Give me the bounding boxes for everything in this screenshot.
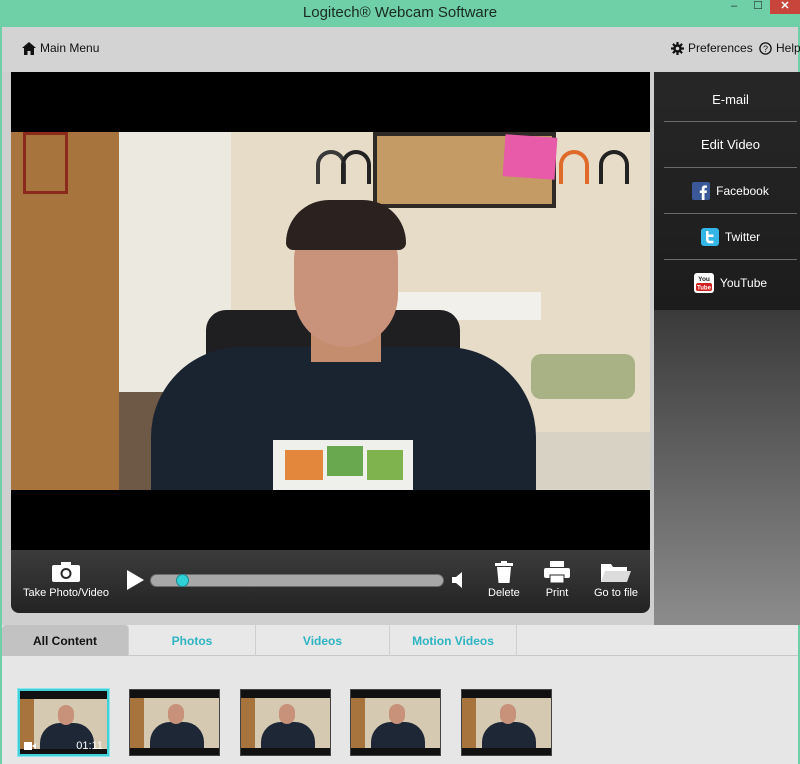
svg-text:Tube: Tube [697,285,712,291]
thumbnail-image [241,698,330,748]
youtube-button[interactable]: You Tube YouTube [664,260,797,305]
edit-video-button[interactable]: Edit Video [664,122,797,167]
take-photo-video-label: Take Photo/Video [23,587,110,599]
tab-photos[interactable]: Photos [129,625,256,656]
preferences-button[interactable]: Preferences [671,41,753,55]
email-button[interactable]: E-mail [664,77,797,122]
gallery-thumbnail[interactable] [129,689,220,756]
gallery-thumbnail[interactable] [350,689,441,756]
take-photo-video-button[interactable]: Take Photo/Video [23,561,109,599]
video-preview[interactable] [11,72,650,550]
twitter-button[interactable]: Twitter [664,214,797,259]
go-to-file-label: Go to file [594,587,639,599]
help-icon: ? [759,41,772,55]
volume-icon[interactable] [452,572,464,588]
share-panel: E-mail Edit Video Facebook Twitter You T… [654,72,800,310]
minimize-button[interactable]: – [722,0,746,14]
window-title: Logitech® Webcam Software [302,4,498,21]
trash-icon [494,561,513,583]
delete-button[interactable]: Delete [488,561,520,599]
delete-label: Delete [488,587,520,599]
twitter-label: Twitter [724,229,761,244]
play-icon[interactable] [126,570,144,590]
edit-video-label: Edit Video [700,137,761,152]
side-panel-background [654,310,800,625]
window-titlebar[interactable]: Logitech® Webcam Software – ☐ ✕ [0,0,800,27]
twitter-icon [700,227,719,246]
print-label: Print [545,587,569,599]
camera-icon [52,562,81,582]
gear-icon [671,41,684,55]
tab-all-content[interactable]: All Content [2,625,129,656]
video-frame-image [11,132,650,490]
player-control-bar: Take Photo/Video Delete Print Go to file [11,550,650,613]
facebook-icon [692,181,711,200]
close-button[interactable]: ✕ [770,0,800,14]
video-duration: 01:11 [76,740,103,752]
thumbnail-image [351,698,440,748]
facebook-label: Facebook [716,183,769,198]
facebook-button[interactable]: Facebook [664,168,797,213]
main-menu-button[interactable]: Main Menu [22,41,99,55]
email-label: E-mail [712,92,749,107]
thumbnail-image [130,698,219,748]
preferences-label: Preferences [688,41,753,55]
maximize-button[interactable]: ☐ [746,0,770,14]
tab-videos[interactable]: Videos [256,625,390,656]
svg-text:?: ? [763,44,768,54]
gallery-thumbnail[interactable] [240,689,331,756]
tab-motion-videos[interactable]: Motion Videos [390,625,517,656]
youtube-label: YouTube [719,275,768,290]
folder-icon [601,564,632,582]
window-controls: – ☐ ✕ [722,0,800,14]
main-menu-label: Main Menu [40,41,100,55]
home-icon [22,41,36,55]
top-menu-bar: Main Menu Preferences ? Help [2,27,800,72]
thumbnail-image [462,698,551,748]
help-button[interactable]: ? Help [759,41,800,55]
printer-icon [544,561,570,583]
video-camera-icon [24,742,36,750]
playback-progress-bar[interactable] [150,574,444,587]
progress-thumb[interactable] [176,574,189,587]
content-tabs: All Content Photos Videos Motion Videos [2,625,798,656]
youtube-icon: You Tube [693,272,714,293]
svg-text:You: You [698,276,710,283]
gallery-thumbnail[interactable]: 01:11 [18,689,109,756]
content-gallery: 01:11 [2,656,798,764]
help-label: Help [776,41,800,55]
gallery-thumbnail[interactable] [461,689,552,756]
print-button[interactable]: Print [544,561,570,599]
go-to-file-button[interactable]: Go to file [594,561,638,599]
